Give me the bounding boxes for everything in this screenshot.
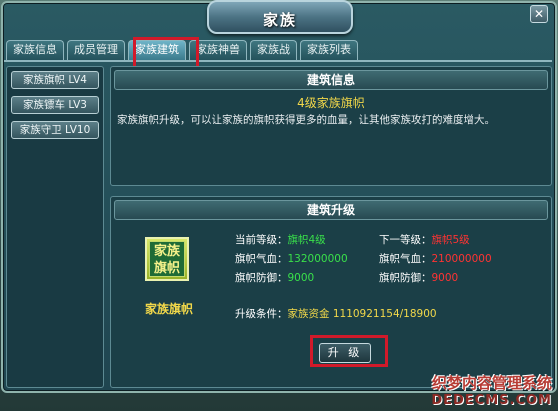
window-title: 家族 [262, 11, 297, 29]
family-flag-icon: 家族旗帜 [145, 237, 189, 281]
current-level-label: 当前等级： [235, 234, 288, 246]
tab-family-war[interactable]: 家族战 [250, 40, 297, 60]
current-def-label: 旗帜防御： [235, 272, 288, 284]
close-button[interactable]: ✕ [530, 5, 548, 23]
current-level-value: 旗帜4级 [287, 234, 326, 246]
building-level-title: 4级家族旗帜 [297, 96, 365, 110]
current-hp-row: 旗帜气血：132000000 [235, 251, 348, 266]
upgrade-button-highlight-box [310, 335, 388, 367]
sidebar-item-family-flag[interactable]: 家族旗帜 LV4 [11, 71, 99, 89]
current-hp-label: 旗帜气血： [235, 253, 288, 265]
next-hp-value: 210000000 [431, 253, 492, 265]
next-hp-label: 旗帜气血： [379, 253, 432, 265]
sidebar-item-family-guard[interactable]: 家族守卫 LV10 [11, 121, 99, 139]
upgrade-condition-label: 升级条件： [235, 308, 288, 320]
tab-family-info[interactable]: 家族信息 [6, 40, 64, 60]
building-info-header: 建筑信息 [114, 70, 548, 90]
tab-family-list[interactable]: 家族列表 [300, 40, 358, 60]
window-title-plate: 家族 [207, 0, 353, 34]
current-level-row: 当前等级：旗帜4级 [235, 232, 326, 247]
upgrade-condition-value: 家族资金 1110921154/18900 [287, 308, 437, 320]
next-def-value: 9000 [431, 272, 459, 284]
tab-highlight-box [133, 37, 199, 69]
current-def-row: 旗帜防御：9000 [235, 270, 314, 285]
badge-text: 家族旗帜 [149, 241, 185, 277]
close-icon: ✕ [533, 7, 545, 21]
upgrade-condition-row: 升级条件：家族资金 1110921154/18900 [235, 306, 437, 321]
next-def-label: 旗帜防御： [379, 272, 432, 284]
next-level-value: 旗帜5级 [431, 234, 470, 246]
sidebar-item-family-cart[interactable]: 家族镖车 LV3 [11, 96, 99, 114]
building-upgrade-header: 建筑升级 [114, 200, 548, 220]
tab-member-management[interactable]: 成员管理 [67, 40, 125, 60]
building-name: 家族旗帜 [144, 302, 193, 316]
watermark-line1: 织梦内容管理系统 [431, 374, 552, 392]
watermark: 织梦内容管理系统 DEDECMS.COM [431, 372, 552, 408]
next-level-label: 下一等级： [379, 234, 432, 246]
next-hp-row: 旗帜气血：210000000 [379, 251, 492, 266]
current-hp-value: 132000000 [287, 253, 348, 265]
watermark-line2: DEDECMS.COM [431, 393, 552, 408]
next-level-row: 下一等级：旗帜5级 [379, 232, 470, 247]
building-sidebar: 家族旗帜 LV4 家族镖车 LV3 家族守卫 LV10 [6, 66, 104, 388]
building-info-panel: 建筑信息 4级家族旗帜 家族旗帜升级，可以让家族的旗帜获得更多的血量，让其他家族… [110, 66, 552, 186]
building-description: 家族旗帜升级，可以让家族的旗帜获得更多的血量，让其他家族攻打的难度增大。 [117, 114, 495, 126]
next-def-row: 旗帜防御：9000 [379, 270, 458, 285]
current-def-value: 9000 [287, 272, 315, 284]
tab-divider [4, 60, 552, 62]
